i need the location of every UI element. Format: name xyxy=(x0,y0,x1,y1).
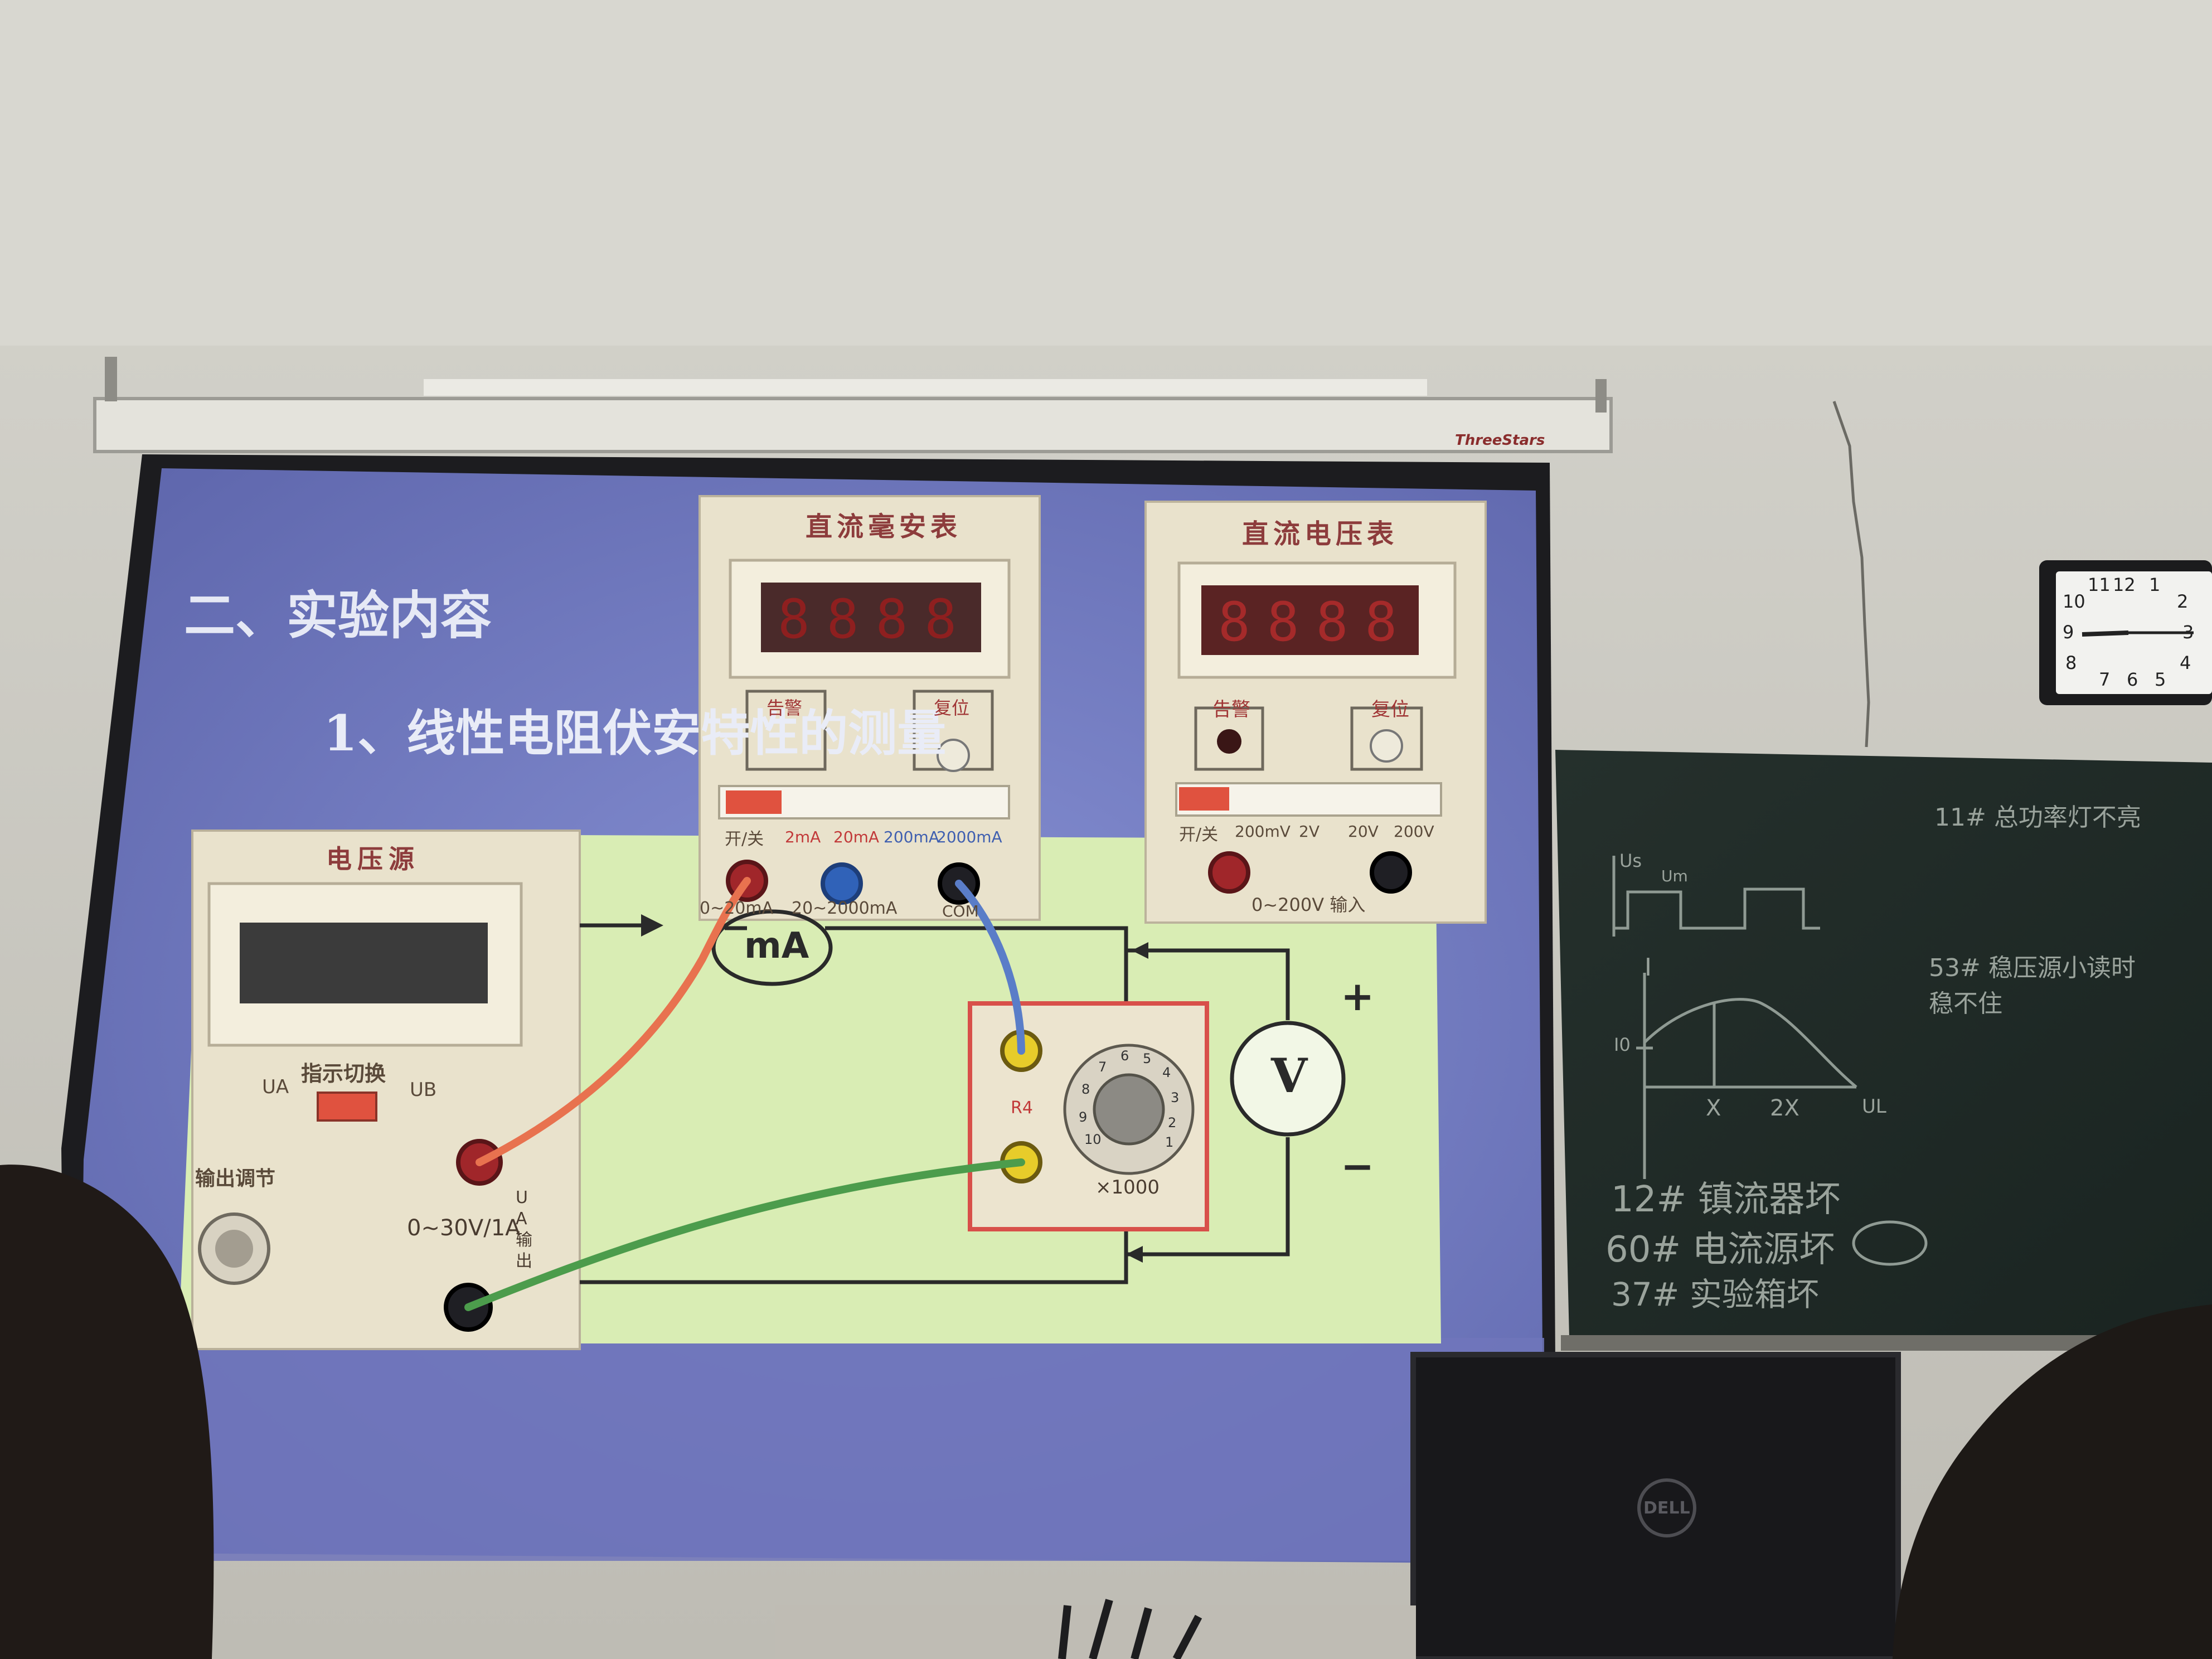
board-graph-ul: UL xyxy=(1862,1095,1886,1118)
resistor-dial-7: 7 xyxy=(1098,1059,1107,1075)
power-supply-title: 电压源 xyxy=(326,844,420,874)
indicator-switch[interactable] xyxy=(317,1092,377,1122)
ammeter-terminal-20-2000mA[interactable] xyxy=(821,862,863,905)
resistor-dial-1: 1 xyxy=(1165,1134,1174,1150)
board-note-top: 11# 总功率灯不亮 xyxy=(1934,803,2141,832)
voltmeter-switch-label-4: 200V xyxy=(1394,822,1434,841)
board-line-2: 60# 电流源坏 xyxy=(1605,1229,1835,1270)
ammeter-switch-label-3: 200mA xyxy=(884,828,939,846)
circuit-minus: − xyxy=(1341,1143,1375,1190)
ammeter-switch-label-1: 2mA xyxy=(785,828,821,846)
voltmeter-plus-terminal[interactable] xyxy=(1208,851,1250,894)
clock-5: 5 xyxy=(2155,669,2166,690)
voltmeter-input-label: 0~200V 输入 xyxy=(1251,894,1366,915)
slide-subheading: 1、线性电阻伏安特性的测量 xyxy=(323,704,947,762)
monitor-brand: DELL xyxy=(1643,1498,1690,1518)
board-graph-x: X xyxy=(1706,1095,1721,1121)
clock-6: 6 xyxy=(2127,669,2138,690)
ammeter-terminal-label-2: COM xyxy=(942,902,979,920)
resistor-dial-3: 3 xyxy=(1171,1090,1180,1105)
ceiling-mount-left xyxy=(105,357,117,401)
knob-center xyxy=(215,1230,253,1268)
clock-10: 10 xyxy=(2063,591,2085,612)
clock-hour-hand xyxy=(2082,630,2129,637)
clock-4: 4 xyxy=(2180,652,2191,673)
board-graph-2x: 2X xyxy=(1770,1095,1799,1121)
board-graph-us: Us xyxy=(1619,850,1642,871)
screen-brand: ThreeStars xyxy=(1455,432,1545,449)
ammeter-display-digits: 8888 xyxy=(778,588,974,651)
classroom-photo xyxy=(0,0,2212,1659)
resistor-dial-5: 5 xyxy=(1143,1051,1152,1066)
ceiling-bracket xyxy=(424,379,1427,396)
slide-heading: 二、实验内容 xyxy=(184,586,492,646)
ua-label: UA xyxy=(262,1076,289,1098)
board-graph-i0: I0 xyxy=(1614,1034,1631,1055)
board-line-1: 12# 镇流器坏 xyxy=(1611,1179,1841,1220)
voltmeter-reset-knob[interactable] xyxy=(1370,729,1403,763)
ammeter-switch-label-4: 2000mA xyxy=(937,828,1002,846)
power-display xyxy=(240,923,488,1003)
clock-7: 7 xyxy=(2099,669,2111,690)
screen-housing xyxy=(93,397,1613,453)
voltmeter-alarm-led xyxy=(1217,729,1241,754)
output-label: UA 输出 xyxy=(516,1188,532,1271)
screen-bottom-band xyxy=(84,1338,1544,1561)
resistor-dial-2: 2 xyxy=(1168,1115,1177,1131)
voltmeter-reset-label: 复位 xyxy=(1371,698,1409,721)
ammeter-power-switch[interactable] xyxy=(726,790,782,814)
resistor-dial-4: 4 xyxy=(1162,1065,1171,1080)
circuit-voltmeter-label: V xyxy=(1271,1048,1308,1103)
resistor-dial-9: 9 xyxy=(1079,1109,1088,1125)
circuit-ammeter-label: mA xyxy=(744,925,809,967)
resistor-dial-8: 8 xyxy=(1081,1081,1090,1097)
ceiling xyxy=(0,0,2212,346)
ammeter-terminal-label-0: 0~20mA xyxy=(700,899,774,918)
resistor-dial-6: 6 xyxy=(1120,1048,1129,1064)
board-note-mid: 53# 稳压源小读时 稳不住 xyxy=(1929,954,2136,1018)
voltmeter-title: 直流电压表 xyxy=(1242,518,1399,550)
clock-9: 9 xyxy=(2063,622,2074,643)
clock-12: 12 xyxy=(2113,574,2136,595)
ammeter-switch-label-0: 开/关 xyxy=(725,830,764,849)
range-label: 0~30V/1A xyxy=(407,1215,521,1241)
voltmeter-switch-label-3: 20V xyxy=(1348,822,1379,841)
resistor-dial-knob[interactable] xyxy=(1093,1073,1165,1146)
voltmeter-display-digits: 8888 xyxy=(1218,591,1414,653)
voltmeter-alarm-label: 告警 xyxy=(1212,698,1250,721)
clock-11: 11 xyxy=(2088,574,2111,595)
resistor-dial-10: 10 xyxy=(1084,1132,1102,1147)
ammeter-switch-label-2: 20mA xyxy=(833,828,880,846)
ammeter-title: 直流毫安表 xyxy=(806,511,962,542)
ceiling-mount-right xyxy=(1595,379,1607,413)
resistor-multiplier: ×1000 xyxy=(1095,1176,1160,1199)
board-graph-um: Um xyxy=(1661,867,1688,885)
voltmeter-switch-label-0: 开/关 xyxy=(1179,825,1219,845)
circuit-plus: + xyxy=(1341,973,1375,1020)
ub-label: UB xyxy=(410,1079,437,1101)
ammeter-alarm-label: 告警 xyxy=(767,697,803,719)
board-graph-i: I xyxy=(1645,953,1652,982)
resistor-label: R4 xyxy=(1011,1098,1033,1118)
clock-1: 1 xyxy=(2149,574,2161,595)
indicator-label: 指示切换 xyxy=(301,1061,386,1086)
output-adjust-label: 输出调节 xyxy=(195,1167,276,1190)
voltmeter-minus-terminal[interactable] xyxy=(1370,851,1412,894)
clock-8: 8 xyxy=(2065,652,2077,673)
voltmeter-switch-label-2: 2V xyxy=(1299,822,1320,841)
ammeter-reset-label: 复位 xyxy=(934,697,970,719)
ammeter-terminal-label-1: 20~2000mA xyxy=(792,899,898,918)
board-line-3: 37# 实验箱坏 xyxy=(1611,1275,1819,1313)
clock-3: 3 xyxy=(2182,622,2194,643)
voltmeter-switch-label-1: 200mV xyxy=(1235,822,1291,841)
voltmeter-power-switch[interactable] xyxy=(1179,787,1229,811)
clock-2: 2 xyxy=(2177,591,2189,612)
